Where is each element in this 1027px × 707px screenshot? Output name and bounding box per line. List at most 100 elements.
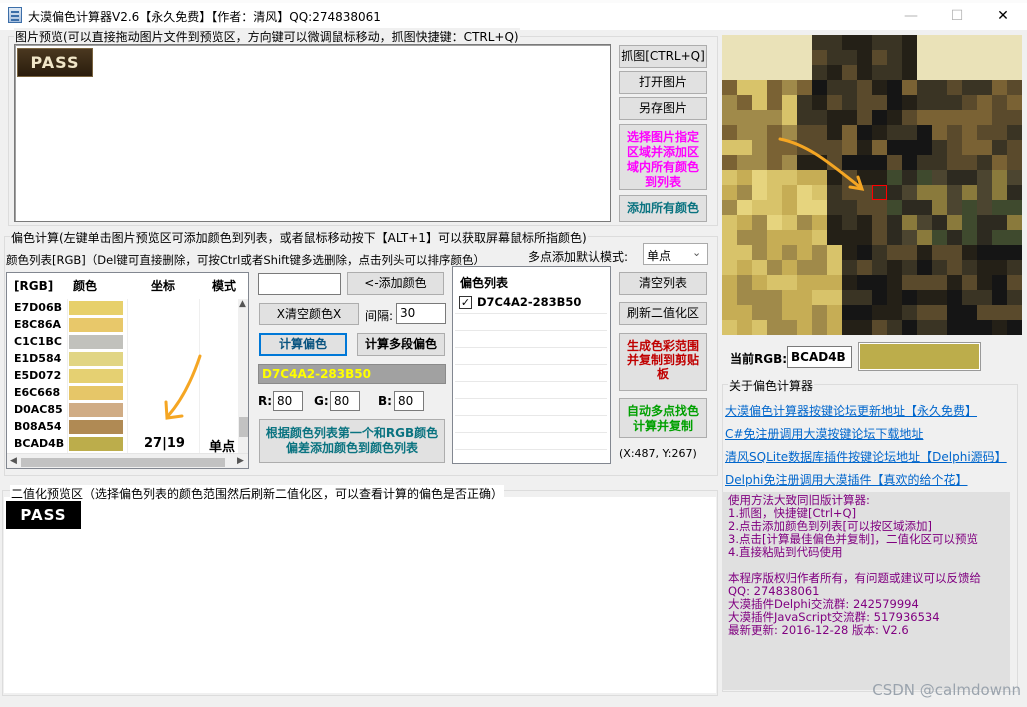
row-swatch <box>69 369 123 383</box>
row-rgb: E5D072 <box>14 369 62 382</box>
preview-image: PASS <box>17 48 93 77</box>
result-field[interactable]: D7C4A2-283B50 <box>258 364 446 384</box>
current-rgb-value[interactable]: BCAD4B <box>787 346 852 368</box>
row-swatch <box>69 335 123 349</box>
deviation-list-header: 偏色列表 <box>460 276 509 290</box>
row-swatch <box>69 437 123 451</box>
row-swatch <box>69 301 123 315</box>
refresh-binarize-button[interactable]: 刷新二值化区 <box>619 302 707 325</box>
link-delphi[interactable]: Delphi免注册调用大漠插件【真欢的给个花】 <box>725 471 968 488</box>
deviation-list[interactable]: 偏色列表 ✓ D7C4A2-283B50 <box>452 266 611 464</box>
link-sqlite[interactable]: 清风SQLite数据库插件按键论坛地址【Delphi源码】 <box>725 448 1007 465</box>
calc-group-label: 偏色计算(左键单击图片预览区可添加颜色到列表，或者鼠标移动按下【ALT+1】可以… <box>10 229 588 246</box>
close-button[interactable]: ✕ <box>980 3 1026 30</box>
r-label: R: <box>258 394 273 408</box>
select-region-button[interactable]: 选择图片指定区域并添加区域内所有颜色到列表 <box>619 124 707 190</box>
scroll-thumb[interactable] <box>239 417 248 437</box>
link-update[interactable]: 大漠偏色计算器按键论坛更新地址【永久免费】 <box>725 402 977 419</box>
add-by-first-button[interactable]: 根据颜色列表第一个和RGB颜色偏差添加颜色到颜色列表 <box>259 419 445 463</box>
color-list-label: 颜色列表[RGB]（Del键可直接删除，可按Ctrl或者Shift键多选删除，点… <box>6 253 485 267</box>
window-title: 大漠偏色计算器V2.6【永久免费】【作者：清风】QQ:274838061 <box>28 10 381 24</box>
calc-button[interactable]: 计算偏色 <box>259 333 347 356</box>
add-color-button[interactable]: <-添加颜色 <box>347 272 444 295</box>
list-divider <box>455 313 607 314</box>
multi-mode-value: 单点 <box>647 249 672 263</box>
binarize-group-label: 二值化预览区（选择偏色列表的颜色范围然后刷新二值化区，可以查看计算的偏色是否正确… <box>10 485 505 502</box>
interval-label: 间隔: <box>365 309 394 323</box>
clear-colors-button[interactable]: X清空颜色X <box>259 303 359 325</box>
row-swatch <box>69 386 123 400</box>
row-rgb: E8C86A <box>14 318 62 331</box>
link-csharp[interactable]: C#免注册调用大漠按键论坛下载地址 <box>725 425 923 442</box>
row-rgb: E6C668 <box>14 386 61 399</box>
chevron-down-icon: ⌄ <box>692 246 702 259</box>
row-rgb: E7D06B <box>14 301 62 314</box>
scroll-right-icon[interactable]: ▶ <box>237 456 244 466</box>
row-swatch <box>69 318 123 332</box>
clear-list-button[interactable]: 清空列表 <box>619 272 707 295</box>
annotation-arrow <box>778 137 865 191</box>
minimize-button[interactable]: — <box>888 3 934 30</box>
horizontal-scrollbar[interactable]: ◀ ▶ <box>7 453 248 468</box>
row-rgb: C1C1BC <box>14 335 62 348</box>
row-swatch <box>69 403 123 417</box>
current-color-swatch <box>858 342 981 371</box>
about-group-label: 关于偏色计算器 <box>728 377 815 394</box>
binarize-area <box>4 497 716 693</box>
image-preview-area[interactable] <box>14 44 611 222</box>
list-divider <box>455 347 607 348</box>
list-divider <box>455 381 607 382</box>
g-input[interactable]: 80 <box>330 391 360 411</box>
column-header-color[interactable]: 颜色 <box>73 273 98 299</box>
app-icon <box>8 7 22 23</box>
usage-panel: 使用方法大致同旧版计算器: 1.抓图，快捷键[Ctrl+Q] 2.点击添加颜色到… <box>722 492 1010 690</box>
table-row[interactable]: E8C86A <box>7 317 237 334</box>
r-input[interactable]: 80 <box>273 391 303 411</box>
interval-input[interactable]: 30 <box>396 303 446 324</box>
row-swatch <box>69 420 123 434</box>
row-swatch <box>69 352 123 366</box>
current-rgb-label: 当前RGB: <box>730 352 788 366</box>
list-divider <box>455 432 607 433</box>
column-header-rgb[interactable]: [RGB] <box>14 273 54 299</box>
zoom-preview <box>722 35 1022 335</box>
auto-multi-button[interactable]: 自动多点找色计算并复制 <box>619 398 707 438</box>
row-rgb: BCAD4B <box>14 437 65 450</box>
hscroll-thumb[interactable] <box>21 458 225 467</box>
vertical-scrollbar[interactable]: ▲ <box>238 299 248 461</box>
maximize-button[interactable]: ☐ <box>934 3 980 30</box>
list-divider <box>455 364 607 365</box>
row-coord: 27|19 <box>144 436 185 451</box>
binarize-image: PASS <box>6 501 81 529</box>
calc-multi-button[interactable]: 计算多段偏色 <box>357 333 445 356</box>
list-divider <box>455 398 607 399</box>
annotation-arrow-table <box>164 354 202 420</box>
row-rgb: E1D584 <box>14 352 62 365</box>
column-header-coord[interactable]: 坐标 <box>151 273 176 299</box>
open-image-button[interactable]: 打开图片 <box>619 71 707 94</box>
column-header-mode[interactable]: 模式 <box>212 273 237 299</box>
usage-line: 4.直接粘贴到代码使用 <box>728 545 843 559</box>
table-row[interactable]: E7D06B <box>7 300 237 317</box>
watermark: CSDN @calmdownn <box>872 681 1021 699</box>
table-row[interactable]: BCAD4B 27|19 单点 <box>7 436 237 455</box>
list-divider <box>455 415 607 416</box>
multi-mode-select[interactable]: 单点 ⌄ <box>643 243 708 265</box>
color-input[interactable] <box>258 273 341 295</box>
b-input[interactable]: 80 <box>394 391 424 411</box>
preview-group-label: 图片预览(可以直接拖动图片文件到预览区，方向键可以微调鼠标移动，抓图快捷键：CT… <box>14 28 520 45</box>
b-label: B: <box>378 394 392 408</box>
scroll-left-icon[interactable]: ◀ <box>10 456 17 466</box>
add-all-colors-button[interactable]: 添加所有颜色 <box>619 195 707 222</box>
deviation-item[interactable]: D7C4A2-283B50 <box>477 295 581 309</box>
capture-button[interactable]: 抓图[CTRL+Q] <box>619 45 707 68</box>
generate-range-button[interactable]: 生成色彩范围并复制到剪贴板 <box>619 333 707 391</box>
row-rgb: D0AC85 <box>14 403 63 416</box>
checkbox-checked-icon[interactable]: ✓ <box>459 296 472 309</box>
list-divider <box>455 330 607 331</box>
save-image-button[interactable]: 另存图片 <box>619 97 707 120</box>
usage-line: 最新更新: 2016-12-28 版本: V2.6 <box>728 623 909 637</box>
multi-mode-label: 多点添加默认模式: <box>528 250 629 264</box>
scroll-up-icon[interactable]: ▲ <box>239 299 246 309</box>
color-table[interactable]: [RGB] 颜色 坐标 模式 E7D06B E8C86A C1C1BC E1D584 E… <box>6 272 249 469</box>
